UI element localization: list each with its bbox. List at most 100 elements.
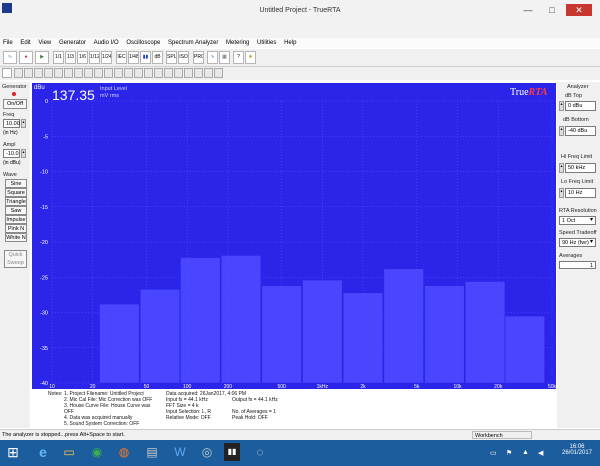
toolbar2-btn[interactable]	[164, 68, 173, 78]
spectrum-bar	[139, 288, 181, 384]
wave-impulse-button[interactable]: Impulse	[5, 215, 27, 224]
app-icon-media[interactable]: ◎	[199, 443, 215, 461]
toolbar: ∿ ● ▶ 1/1 1/3 1/6 1/12 1/24 IEC 1/48 ▮▮ …	[0, 49, 600, 67]
wave-pink-noise-button[interactable]: Pink N	[5, 224, 27, 233]
hi-freq-input[interactable]: 50 kHz	[565, 163, 596, 173]
toolbar2-btn[interactable]	[44, 68, 53, 78]
chrome-icon[interactable]: ◉	[89, 443, 105, 461]
app-icon-other[interactable]: ◌	[252, 443, 268, 461]
db-top-spinner[interactable]: ▴	[559, 101, 564, 111]
freq-spinner[interactable]: ▴	[21, 119, 26, 128]
wave-white-noise-button[interactable]: White N	[5, 233, 27, 242]
toolbar2-btn[interactable]	[174, 68, 183, 78]
lo-freq-spinner[interactable]: ▴	[559, 188, 564, 198]
toolbar2-btn[interactable]	[124, 68, 133, 78]
db-bottom-spinner[interactable]: ▴	[559, 126, 564, 136]
menu-audio-io[interactable]: Audio I/O	[91, 38, 122, 48]
toolbar2-btn[interactable]	[114, 68, 123, 78]
chevron-down-icon[interactable]: ▾	[590, 216, 593, 223]
lo-freq-input[interactable]: 10 Hz	[565, 188, 596, 198]
toolbar-btn-4[interactable]: 1/12	[89, 51, 100, 64]
toolbar-btn-spl[interactable]: SPL	[166, 51, 177, 64]
truerta-taskbar-icon[interactable]: ▮▮	[224, 443, 240, 461]
lo-freq-label: Lo Freq Limit	[561, 179, 594, 185]
flag-icon[interactable]: ⚑	[506, 449, 512, 457]
toolbar-btn-pro[interactable]: PRO	[193, 51, 204, 64]
ampl-input[interactable]: -10.0	[3, 149, 20, 158]
menu-generator[interactable]: Generator	[56, 38, 89, 48]
toolbar2-btn[interactable]	[94, 68, 103, 78]
toolbar-btn-5[interactable]: 1/24	[101, 51, 112, 64]
menu-view[interactable]: View	[35, 38, 54, 48]
windows-start-icon[interactable]: ⊞	[5, 443, 21, 461]
generator-onoff-button[interactable]: On/Off	[3, 99, 27, 109]
keyboard-icon[interactable]: ▭	[490, 449, 497, 457]
minimize-button[interactable]: —	[516, 4, 540, 16]
chevron-down-icon[interactable]: ▾	[590, 238, 593, 245]
volume-icon[interactable]: ◀	[538, 449, 543, 457]
menu-spectrum-analyzer[interactable]: Spectrum Analyzer	[165, 38, 221, 48]
app-icon-word[interactable]: W	[172, 443, 188, 461]
menu-file[interactable]: File	[0, 38, 16, 48]
internet-explorer-icon[interactable]: e	[35, 443, 51, 461]
quick-sweep-button[interactable]: Quick Sweep	[4, 250, 27, 268]
record-icon[interactable]: ●	[19, 51, 33, 64]
toolbar-btn-1[interactable]: 1/1	[53, 51, 64, 64]
toolbar2-btn[interactable]	[24, 68, 33, 78]
wave-triangle-button[interactable]: Triangle	[5, 197, 27, 206]
toolbar2-btn[interactable]	[64, 68, 73, 78]
play-icon[interactable]: ▶	[35, 51, 49, 64]
toolbar-btn-3[interactable]: 1/6	[77, 51, 88, 64]
averages-input[interactable]: 1	[559, 261, 596, 269]
toolbar-btn-db[interactable]: dB	[152, 51, 163, 64]
taskbar-clock[interactable]: 16:06 26/01/2017	[558, 444, 596, 456]
wave-sine-button[interactable]: Sine	[5, 179, 27, 188]
menu-edit[interactable]: Edit	[17, 38, 33, 48]
toolbar-btn-6[interactable]: 1/48	[128, 51, 139, 64]
waveform-icon[interactable]: ∿	[3, 51, 17, 64]
ampl-spinner[interactable]: ▴	[21, 149, 26, 158]
db-bottom-input[interactable]: -40 dBu	[565, 126, 596, 136]
wave-saw-button[interactable]: Saw	[5, 206, 27, 215]
generator-panel: Generator On/Off Freq 10.00 ▴ (in Hz) Am…	[0, 82, 30, 428]
firefox-icon[interactable]: ◍	[116, 443, 132, 461]
toolbar2-btn[interactable]	[154, 68, 163, 78]
secondary-toolbar	[0, 67, 600, 80]
wave-square-button[interactable]: Square	[5, 188, 27, 197]
toolbar2-btn[interactable]	[134, 68, 143, 78]
db-top-input[interactable]: 0 dBu	[565, 101, 596, 111]
toolbar2-btn[interactable]	[54, 68, 63, 78]
app-icon-calculator[interactable]: ▤	[144, 443, 160, 461]
toolbar2-btn[interactable]	[194, 68, 203, 78]
menu-oscilloscope[interactable]: Oscilloscope	[123, 38, 163, 48]
menu-help[interactable]: Help	[281, 38, 299, 48]
toolbar2-btn[interactable]	[74, 68, 83, 78]
close-button[interactable]: ✕	[566, 4, 592, 16]
toolbar2-btn[interactable]	[204, 68, 213, 78]
help-button[interactable]: ?	[233, 51, 244, 64]
about-icon[interactable]: ★	[245, 51, 256, 64]
toolbar-btn-grid[interactable]: ▦	[219, 51, 230, 64]
hi-freq-spinner[interactable]: ▴	[559, 163, 564, 173]
toolbar2-btn[interactable]	[84, 68, 93, 78]
toolbar2-btn[interactable]	[214, 68, 223, 78]
toolbar2-btn[interactable]	[184, 68, 193, 78]
hi-freq-label: Hi Freq Limit	[561, 154, 593, 160]
toolbar2-btn-new[interactable]	[2, 68, 12, 78]
freq-input[interactable]: 10.00	[3, 119, 20, 128]
bars-icon[interactable]: ▮▮	[140, 51, 151, 64]
menu-metering[interactable]: Metering	[223, 38, 252, 48]
file-explorer-icon[interactable]: ▭	[61, 443, 77, 461]
toolbar2-btn[interactable]	[34, 68, 43, 78]
toolbar2-btn[interactable]	[144, 68, 153, 78]
toolbar-btn-iso[interactable]: ISO	[178, 51, 189, 64]
toolbar2-btn[interactable]	[14, 68, 23, 78]
toolbar-btn-2[interactable]: 1/3	[65, 51, 76, 64]
maximize-button[interactable]: □	[540, 4, 564, 16]
toolbar-btn-iec[interactable]: IEC	[116, 51, 127, 64]
spectrum-bar	[383, 268, 424, 384]
network-icon[interactable]: ▲	[522, 449, 529, 456]
toolbar-btn-wave2[interactable]: ∿	[207, 51, 218, 64]
menu-utilities[interactable]: Utilities	[254, 38, 279, 48]
toolbar2-btn[interactable]	[104, 68, 113, 78]
